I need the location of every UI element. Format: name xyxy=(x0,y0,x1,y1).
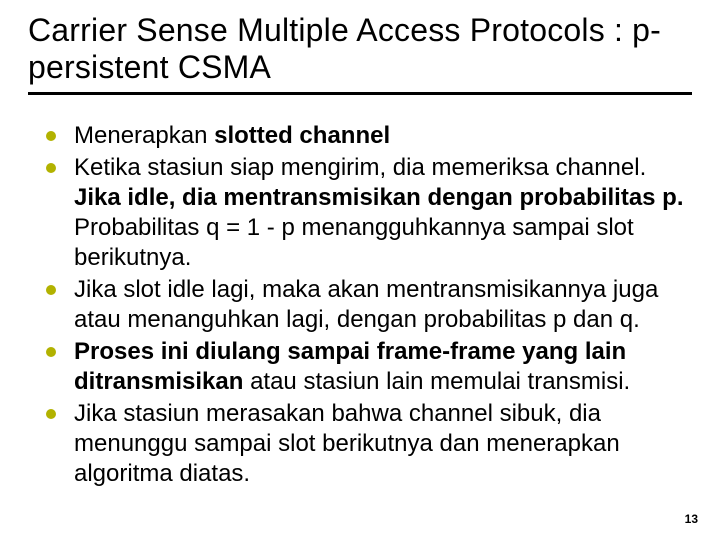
bullet-item: Ketika stasiun siap mengirim, dia memeri… xyxy=(46,153,692,273)
bullet-item: Jika slot idle lagi, maka akan mentransm… xyxy=(46,275,692,335)
bullet-text: Jika stasiun merasakan bahwa channel sib… xyxy=(74,399,692,489)
bullet-text: Menerapkan slotted channel xyxy=(74,121,692,151)
bullet-text: Proses ini diulang sampai frame-frame ya… xyxy=(74,337,692,397)
bullet-list: Menerapkan slotted channelKetika stasiun… xyxy=(28,121,692,489)
slide-title: Carrier Sense Multiple Access Protocols … xyxy=(28,12,692,95)
bullet-icon xyxy=(46,347,56,357)
bullet-text: Ketika stasiun siap mengirim, dia memeri… xyxy=(74,153,692,273)
page-number: 13 xyxy=(685,512,698,526)
bullet-icon xyxy=(46,163,56,173)
bullet-icon xyxy=(46,131,56,141)
bullet-item: Proses ini diulang sampai frame-frame ya… xyxy=(46,337,692,397)
bullet-item: Jika stasiun merasakan bahwa channel sib… xyxy=(46,399,692,489)
bullet-item: Menerapkan slotted channel xyxy=(46,121,692,151)
slide: Carrier Sense Multiple Access Protocols … xyxy=(0,0,720,540)
bullet-text: Jika slot idle lagi, maka akan mentransm… xyxy=(74,275,692,335)
bullet-icon xyxy=(46,285,56,295)
bullet-icon xyxy=(46,409,56,419)
